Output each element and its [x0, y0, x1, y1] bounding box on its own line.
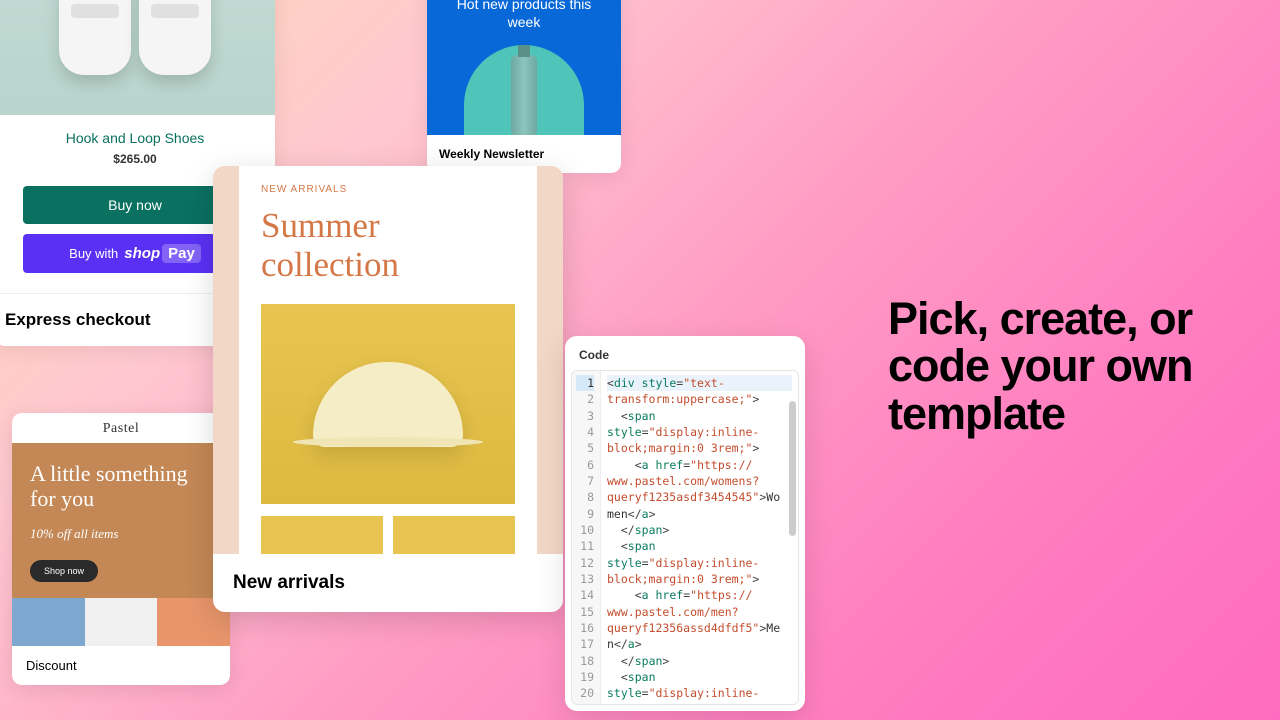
code-content[interactable]: <div style="text-transform:uppercase;"> … [601, 371, 798, 704]
card-label: Discount [12, 646, 230, 685]
card-discount[interactable]: Pastel A little something for you 10% of… [12, 413, 230, 685]
line-number-gutter: 123456789101112131415161718192021 [572, 371, 601, 704]
page-headline: Pick, create, or code your own template [888, 295, 1280, 437]
card-new-arrivals[interactable]: NEW ARRIVALS Summer collection New arriv… [213, 166, 563, 612]
card-label: New arrivals [213, 554, 563, 612]
arrivals-eyebrow: NEW ARRIVALS [261, 184, 515, 195]
scrollbar[interactable] [789, 401, 796, 536]
arrivals-thumbnails [261, 516, 515, 554]
discount-subtitle: 10% off all items [30, 526, 212, 542]
newsletter-product-image [464, 45, 584, 135]
card-weekly-newsletter[interactable]: Hot new products this week Weekly Newsle… [427, 0, 621, 173]
product-image [0, 0, 275, 115]
discount-title: A little something for you [30, 461, 212, 512]
card-code-editor[interactable]: Code 123456789101112131415161718192021 <… [565, 336, 805, 711]
arrivals-hero-image [261, 304, 515, 504]
code-editor[interactable]: 123456789101112131415161718192021 <div s… [571, 370, 799, 705]
thumbnail [261, 516, 383, 554]
product-price: $265.00 [0, 152, 275, 166]
shop-now-button[interactable]: Shop now [30, 560, 98, 582]
discount-brand: Pastel [12, 413, 230, 443]
arrivals-title: Summer collection [261, 207, 515, 284]
discount-image-row [12, 598, 230, 646]
shoppay-prefix: Buy with [69, 246, 118, 261]
product-name: Hook and Loop Shoes [0, 130, 275, 146]
shoppay-logo: shopPay [124, 245, 201, 262]
code-header: Code [565, 336, 805, 370]
newsletter-hero-text: Hot new products this week [441, 0, 607, 31]
thumbnail [393, 516, 515, 554]
